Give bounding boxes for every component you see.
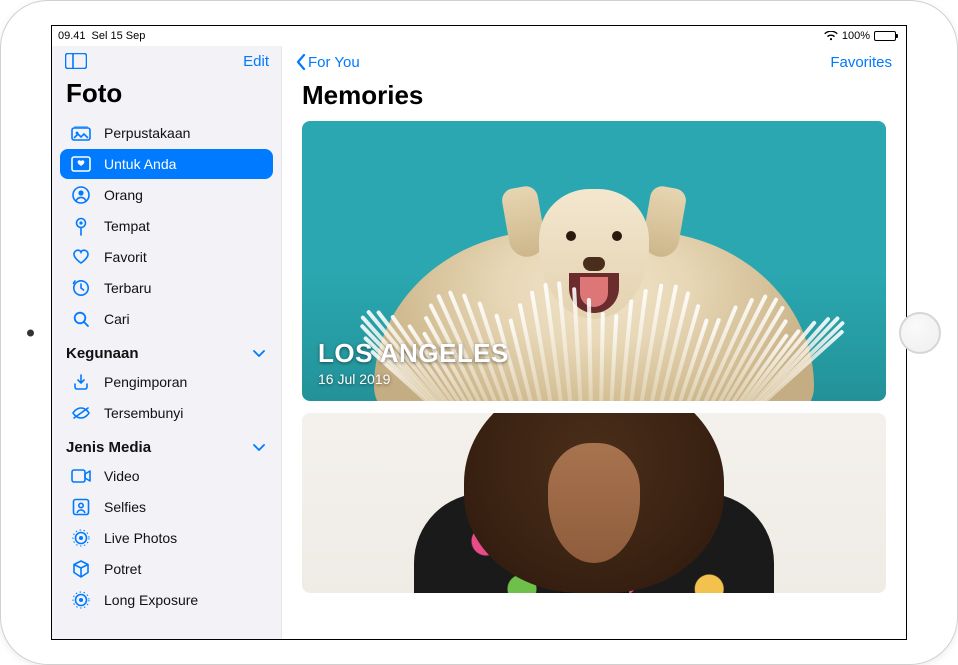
search-icon bbox=[70, 309, 92, 329]
sidebar-item-foryou[interactable]: Untuk Anda bbox=[60, 149, 273, 179]
sidebar-item-label: Live Photos bbox=[104, 530, 177, 546]
sidebar-item-library[interactable]: Perpustakaan bbox=[60, 118, 273, 148]
status-date: Sel 15 Sep bbox=[92, 30, 146, 42]
sidebar-section-title: Jenis Media bbox=[66, 439, 151, 456]
sidebar-item-search[interactable]: Cari bbox=[60, 304, 273, 334]
memory-card[interactable]: LOS ANGELES 16 Jul 2019 bbox=[302, 121, 886, 401]
battery-icon bbox=[874, 31, 896, 41]
sidebar-item-portrait[interactable]: Potret bbox=[60, 554, 273, 584]
status-time: 09.41 bbox=[58, 30, 86, 42]
chevron-left-icon bbox=[296, 54, 306, 70]
sidebar-item-hidden[interactable]: Tersembunyi bbox=[60, 398, 273, 428]
back-button[interactable]: For You bbox=[296, 54, 360, 71]
sidebar-item-label: Tersembunyi bbox=[104, 405, 183, 421]
import-icon bbox=[70, 372, 92, 392]
sidebar-item-label: Cari bbox=[104, 311, 130, 327]
sidebar-item-label: Untuk Anda bbox=[104, 156, 176, 172]
memory-date: 16 Jul 2019 bbox=[318, 371, 509, 387]
status-bar: 09.41 Sel 15 Sep 100% bbox=[52, 26, 906, 46]
home-button[interactable] bbox=[899, 312, 941, 354]
wifi-icon bbox=[824, 31, 838, 41]
sidebar-item-longexp[interactable]: Long Exposure bbox=[60, 585, 273, 615]
main-content: For You Favorites Memories bbox=[282, 46, 906, 639]
front-camera bbox=[27, 329, 34, 336]
sidebar-item-label: Pengimporan bbox=[104, 374, 187, 390]
heart-icon bbox=[70, 247, 92, 267]
sidebar-item-label: Terbaru bbox=[104, 280, 151, 296]
memory-card[interactable] bbox=[302, 413, 886, 593]
cube-icon bbox=[70, 559, 92, 579]
sidebar-item-import[interactable]: Pengimporan bbox=[60, 367, 273, 397]
clock-icon bbox=[70, 278, 92, 298]
sidebar-item-video[interactable]: Video bbox=[60, 461, 273, 491]
edit-button[interactable]: Edit bbox=[243, 53, 269, 70]
sidebar-item-label: Perpustakaan bbox=[104, 125, 190, 141]
pin-icon bbox=[70, 216, 92, 236]
memory-artwork bbox=[434, 413, 754, 593]
chevron-down-icon bbox=[251, 346, 267, 362]
memory-title: LOS ANGELES bbox=[318, 338, 509, 369]
sidebar-item-label: Favorit bbox=[104, 249, 147, 265]
sidebar-item-people[interactable]: Orang bbox=[60, 180, 273, 210]
favorites-button[interactable]: Favorites bbox=[830, 54, 892, 71]
chevron-down-icon bbox=[251, 440, 267, 456]
sidebar-item-places[interactable]: Tempat bbox=[60, 211, 273, 241]
sidebar-title: Foto bbox=[52, 74, 281, 117]
video-icon bbox=[70, 466, 92, 486]
hidden-icon bbox=[70, 403, 92, 423]
memories-list[interactable]: LOS ANGELES 16 Jul 2019 bbox=[282, 121, 906, 639]
sidebar-item-label: Selfies bbox=[104, 499, 146, 515]
selfie-icon bbox=[70, 497, 92, 517]
sidebar-item-label: Tempat bbox=[104, 218, 150, 234]
memory-caption: LOS ANGELES 16 Jul 2019 bbox=[318, 338, 509, 387]
sidebar-item-label: Long Exposure bbox=[104, 592, 198, 608]
foryou-icon bbox=[70, 154, 92, 174]
library-icon bbox=[70, 123, 92, 143]
page-title: Memories bbox=[282, 78, 906, 121]
live-icon bbox=[70, 590, 92, 610]
sidebar-item-label: Potret bbox=[104, 561, 141, 577]
sidebar-section-header[interactable]: Jenis Media bbox=[52, 429, 281, 460]
sidebar-section-title: Kegunaan bbox=[66, 345, 139, 362]
sidebar: Edit Foto Perpustakaan Untuk Anda Orang Tem… bbox=[52, 46, 282, 639]
sidebar-item-label: Orang bbox=[104, 187, 143, 203]
sidebar-section-header[interactable]: Kegunaan bbox=[52, 335, 281, 366]
live-icon bbox=[70, 528, 92, 548]
sidebar-item-selfies[interactable]: Selfies bbox=[60, 492, 273, 522]
sidebar-toggle-icon[interactable] bbox=[62, 50, 90, 72]
back-label: For You bbox=[308, 54, 360, 71]
sidebar-item-recent[interactable]: Terbaru bbox=[60, 273, 273, 303]
sidebar-item-live[interactable]: Live Photos bbox=[60, 523, 273, 553]
sidebar-item-label: Video bbox=[104, 468, 140, 484]
status-battery-pct: 100% bbox=[842, 30, 870, 42]
person-icon bbox=[70, 185, 92, 205]
sidebar-item-favorite[interactable]: Favorit bbox=[60, 242, 273, 272]
